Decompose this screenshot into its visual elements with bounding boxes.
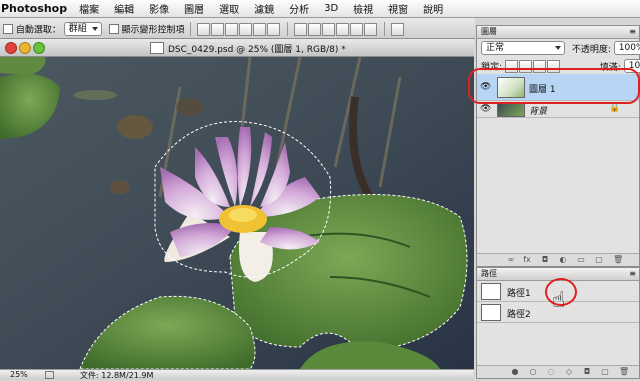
toolbar-separator [287, 22, 289, 36]
panel-menu-icon[interactable]: ≡ [629, 26, 636, 38]
new-path-icon[interactable]: ▢ [601, 368, 609, 376]
photo-water-lily [0, 57, 474, 369]
align-bottom-icon[interactable] [225, 22, 239, 36]
fill-path-icon[interactable]: ● [511, 368, 519, 376]
zoom-level[interactable]: 25% [10, 370, 28, 379]
auto-select-label: 自動選取： [15, 25, 61, 36]
layer-thumbnail [497, 103, 525, 117]
status-bar: 25% 文件: 12.8M/21.9M [0, 369, 474, 380]
menu-edit[interactable]: 編輯 [114, 1, 134, 16]
app-name[interactable]: Photoshop [1, 2, 67, 15]
opacity-input[interactable]: 100% [613, 41, 640, 55]
tab-layers[interactable]: 圖層 [481, 27, 497, 36]
menu-file[interactable]: 檔案 [79, 1, 99, 16]
menu-layer[interactable]: 圖層 [184, 1, 204, 16]
close-icon[interactable] [5, 42, 17, 54]
document-canvas[interactable] [0, 57, 474, 369]
distribute-right-icon[interactable] [364, 22, 378, 36]
visibility-eye-icon[interactable]: 👁 [480, 104, 491, 114]
delete-path-icon[interactable]: 🗑 [619, 368, 629, 376]
opacity-label: 不透明度: [571, 44, 611, 55]
options-bar: 自動選取： 群組 顯示變形控制項 [0, 18, 475, 39]
toolbar-separator [190, 22, 192, 36]
new-group-icon[interactable]: ▭ [577, 256, 585, 264]
auto-select-checkbox[interactable] [3, 24, 13, 34]
tab-paths[interactable]: 路徑 [481, 269, 497, 278]
layers-panel: 圖層 ≡ 正常 不透明度: 100% 鎖定: 填滿: 100% 👁 圖層 1 👁… [476, 25, 640, 267]
status-menu-icon[interactable] [45, 371, 54, 379]
add-mask-icon[interactable]: ◘ [583, 368, 591, 376]
new-layer-icon[interactable]: ▢ [595, 256, 603, 264]
layers-panel-header: 圖層 ≡ [477, 26, 639, 39]
align-left-icon[interactable] [239, 22, 253, 36]
menu-image[interactable]: 影像 [149, 1, 169, 16]
distribute-bottom-icon[interactable] [322, 22, 336, 36]
blend-mode-dropdown[interactable]: 正常 [481, 41, 565, 55]
minimize-icon[interactable] [19, 42, 31, 54]
stroke-path-icon[interactable]: ○ [529, 368, 537, 376]
auto-select-dropdown[interactable]: 群組 [63, 22, 102, 36]
link-layers-icon[interactable]: ∞ [507, 256, 515, 264]
panel-menu-icon[interactable]: ≡ [629, 268, 636, 280]
toolbar-separator [383, 22, 385, 36]
lock-icon: 🔒 [609, 103, 621, 113]
align-top-icon[interactable] [197, 22, 211, 36]
path-name[interactable]: 路徑2 [507, 307, 531, 320]
menu-bar: Photoshop 檔案 編輯 影像 圖層 選取 濾鏡 分析 3D 檢視 視窗 … [0, 0, 640, 18]
align-hcenter-icon[interactable] [253, 22, 267, 36]
distribute-hcenter-icon[interactable] [350, 22, 364, 36]
menu-analysis[interactable]: 分析 [289, 1, 309, 16]
layer-name[interactable]: 背景 [529, 104, 547, 117]
show-transform-label: 顯示變形控制項 [121, 25, 185, 36]
path-name[interactable]: 路徑1 [507, 286, 531, 299]
layer-style-icon[interactable]: fx [523, 256, 531, 264]
hand-cursor-icon: ☝ [552, 288, 566, 313]
show-transform-checkbox[interactable] [108, 24, 119, 34]
menu-filter[interactable]: 濾鏡 [254, 1, 274, 16]
path-thumbnail [481, 283, 501, 300]
distribute-vcenter-icon[interactable] [308, 22, 322, 36]
load-selection-icon[interactable]: ◌ [547, 368, 555, 376]
document-titlebar: DSC_0429.psd @ 25% (圖層 1, RGB/8) * [0, 39, 474, 57]
layers-panel-footer: ∞ fx ◘ ◐ ▭ ▢ 🗑 [477, 253, 639, 266]
auto-align-icon[interactable] [390, 22, 404, 36]
path-thumbnail [481, 304, 501, 321]
file-size-info: 文件: 12.8M/21.9M [80, 371, 154, 380]
document-title: DSC_0429.psd @ 25% (圖層 1, RGB/8) * [168, 45, 346, 55]
highlight-layer-annotation [468, 68, 640, 104]
align-vcenter-icon[interactable] [211, 22, 225, 36]
distribute-left-icon[interactable] [336, 22, 350, 36]
zoom-icon[interactable] [33, 42, 45, 54]
document-icon [150, 42, 164, 54]
menu-help[interactable]: 說明 [423, 1, 443, 16]
menu-view[interactable]: 檢視 [353, 1, 373, 16]
align-right-icon[interactable] [267, 22, 281, 36]
adjustment-layer-icon[interactable]: ◐ [559, 256, 567, 264]
menu-3d[interactable]: 3D [324, 3, 338, 14]
menu-window[interactable]: 視窗 [388, 1, 408, 16]
distribute-top-icon[interactable] [294, 22, 308, 36]
menu-select[interactable]: 選取 [219, 1, 239, 16]
paths-panel-footer: ● ○ ◌ ◇ ◘ ▢ 🗑 [477, 365, 639, 378]
add-mask-icon[interactable]: ◘ [541, 256, 549, 264]
make-path-icon[interactable]: ◇ [565, 368, 573, 376]
delete-layer-icon[interactable]: 🗑 [613, 256, 623, 264]
